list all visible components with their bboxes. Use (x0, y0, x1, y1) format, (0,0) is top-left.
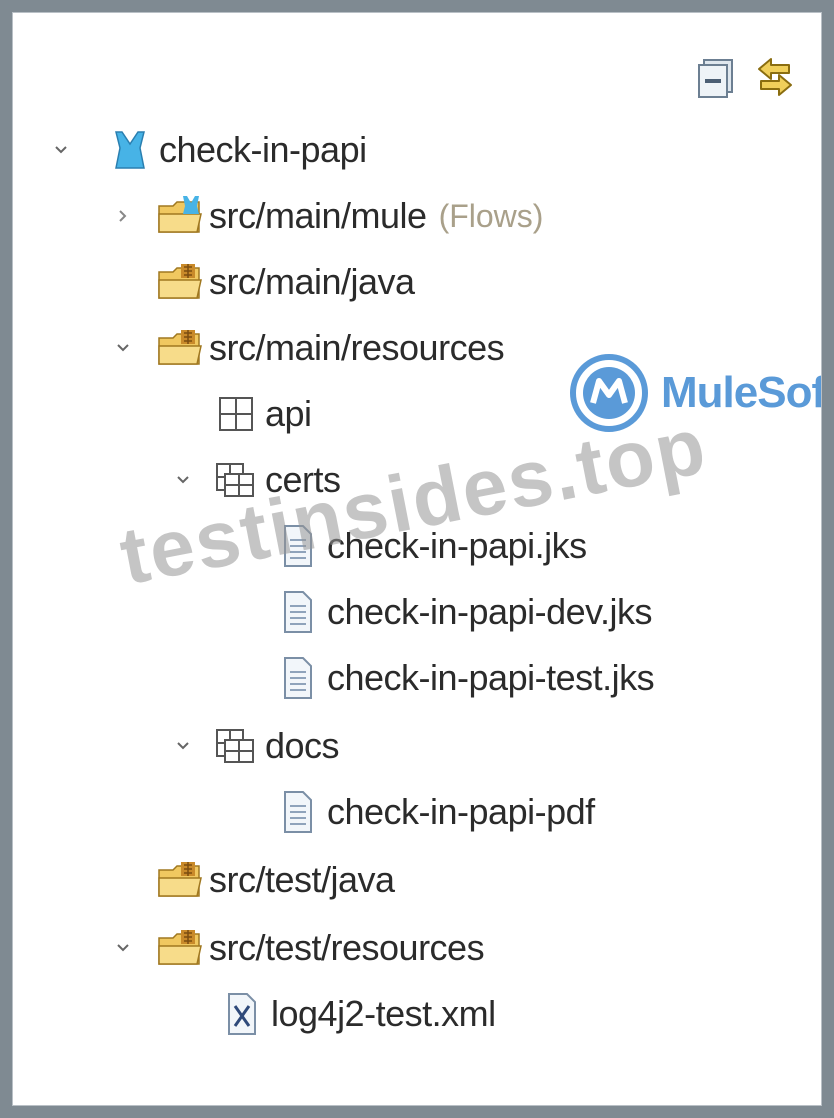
tree-item-label: src/test/resources (209, 927, 485, 968)
tree-item-docs[interactable]: docs (173, 719, 340, 773)
tree-item-project-root[interactable]: check-in-papi (51, 123, 367, 177)
file-icon (275, 656, 321, 700)
tree-item-decoration: (Flows) (438, 197, 544, 234)
package-icon (213, 458, 259, 502)
tree-item-label: src/main/resources (209, 327, 505, 368)
chevron-down-icon[interactable] (113, 338, 133, 358)
tree-item-src-main-resources[interactable]: src/main/resources (113, 321, 505, 375)
tree-item-src-test-java[interactable]: src/test/java (157, 853, 395, 907)
mulesoft-logo-icon (570, 354, 648, 432)
tree-item-label: check-in-papi-test.jks (327, 657, 655, 698)
package-icon (213, 392, 259, 436)
source-folder-icon (157, 926, 203, 970)
xml-file-icon (219, 992, 265, 1036)
tree-item-label: log4j2-test.xml (271, 993, 496, 1034)
chevron-down-icon[interactable] (113, 938, 133, 958)
chevron-down-icon[interactable] (173, 736, 193, 756)
chevron-right-icon[interactable] (113, 206, 133, 226)
tree-item-src-test-resources[interactable]: src/test/resources (113, 921, 485, 975)
project-explorer-panel: check-in-papi src/main/mule (Flows) src/… (12, 12, 822, 1106)
tree-item-label: src/test/java (209, 859, 395, 900)
tree-item-label: src/main/mule (209, 195, 427, 236)
mulesoft-logo: MuleSoft (569, 353, 822, 433)
tree-item-log4j2-test-xml[interactable]: log4j2-test.xml (219, 987, 496, 1041)
tree-item-check-in-papi-jks[interactable]: check-in-papi.jks (275, 519, 587, 573)
project-tree: check-in-papi src/main/mule (Flows) src/… (13, 13, 821, 1105)
source-folder-icon (157, 858, 203, 902)
source-folder-icon (157, 260, 203, 304)
tree-item-src-main-mule[interactable]: src/main/mule (Flows) (113, 189, 543, 243)
file-icon (275, 590, 321, 634)
file-icon (275, 524, 321, 568)
mulesoft-logo-text: MuleSoft (661, 368, 822, 417)
tree-item-label: api (265, 393, 312, 434)
tree-item-api[interactable]: api (213, 387, 312, 441)
tree-item-check-in-papi-dev-jks[interactable]: check-in-papi-dev.jks (275, 585, 652, 639)
mule-project-icon (107, 128, 153, 172)
tree-item-src-main-java[interactable]: src/main/java (157, 255, 415, 309)
tree-item-label: check-in-papi (159, 129, 367, 170)
tree-item-label: src/main/java (209, 261, 415, 302)
tree-item-label: certs (265, 459, 341, 500)
tree-item-certs[interactable]: certs (173, 453, 341, 507)
tree-item-check-in-papi-pdf[interactable]: check-in-papi-pdf (275, 785, 595, 839)
tree-item-label: docs (265, 725, 340, 766)
file-icon (275, 790, 321, 834)
chevron-down-icon[interactable] (173, 470, 193, 490)
package-icon (213, 724, 259, 768)
source-folder-icon (157, 326, 203, 370)
tree-item-label: check-in-papi-dev.jks (327, 591, 652, 632)
mule-folder-icon (157, 194, 203, 238)
tree-item-label: check-in-papi.jks (327, 525, 587, 566)
tree-item-label: check-in-papi-pdf (327, 791, 595, 832)
tree-item-check-in-papi-test-jks[interactable]: check-in-papi-test.jks (275, 651, 655, 705)
chevron-down-icon[interactable] (51, 140, 71, 160)
